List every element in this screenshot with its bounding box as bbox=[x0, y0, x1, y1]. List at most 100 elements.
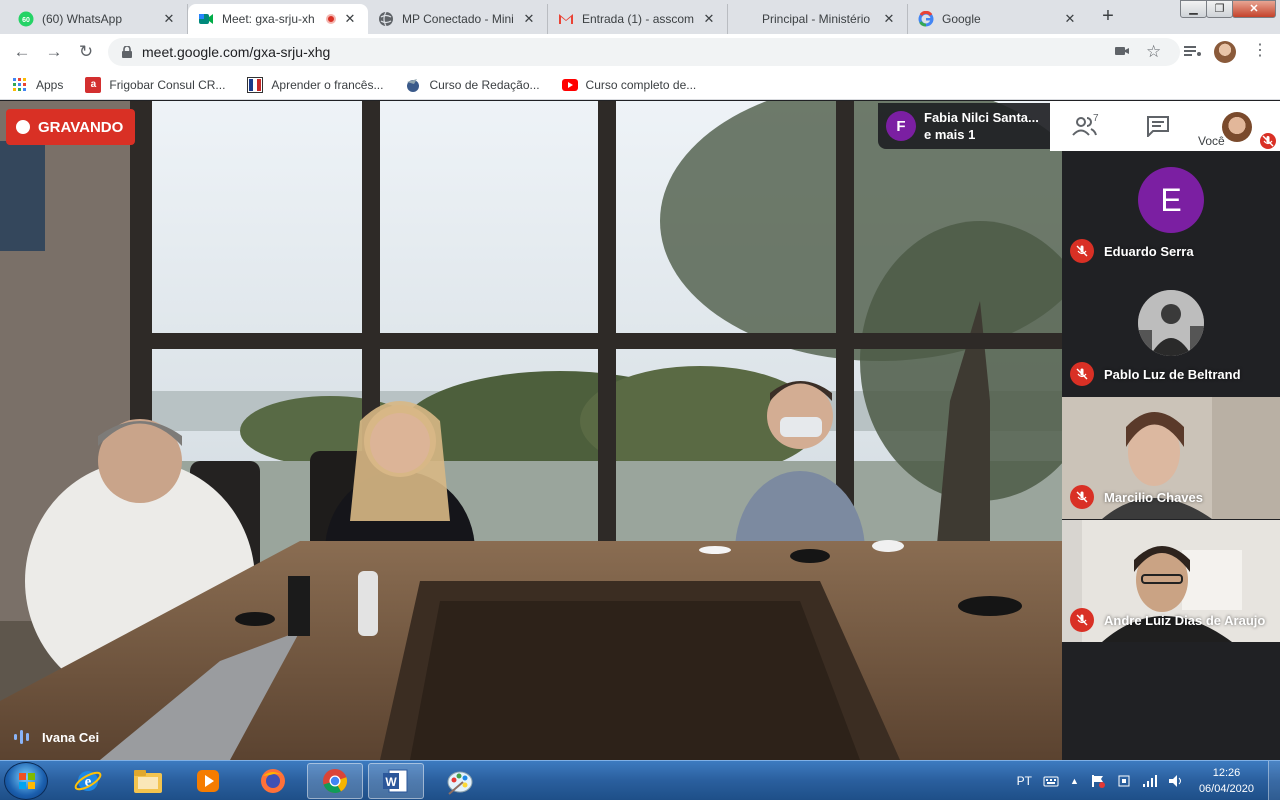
bookmark-label: Aprender o francês... bbox=[271, 77, 384, 92]
tab-title: Principal - Ministério bbox=[762, 12, 871, 26]
close-icon[interactable]: ✕ bbox=[521, 11, 537, 27]
whatsapp-icon: 60 bbox=[18, 11, 34, 27]
network-icon[interactable] bbox=[1142, 774, 1158, 788]
windows-taskbar: e W PT ▲ 12:26 06/04/2020 bbox=[0, 760, 1280, 800]
camera-icon[interactable] bbox=[1114, 44, 1130, 61]
mic-off-icon bbox=[1070, 608, 1094, 632]
participant-name: Pablo Luz de Beltrand bbox=[1104, 367, 1241, 382]
language-indicator[interactable]: PT bbox=[1017, 774, 1032, 788]
maximize-button[interactable]: ❐ bbox=[1206, 0, 1233, 18]
bookmark-label: Curso de Redação... bbox=[429, 77, 540, 92]
back-button[interactable]: ← bbox=[10, 40, 34, 64]
media-player-icon[interactable] bbox=[180, 763, 236, 799]
close-icon[interactable]: ✕ bbox=[701, 11, 717, 27]
tab-title: Entrada (1) - asscom bbox=[582, 12, 695, 26]
paint-icon[interactable] bbox=[432, 763, 488, 799]
show-desktop-button[interactable] bbox=[1268, 761, 1280, 800]
clock-time: 12:26 bbox=[1212, 767, 1241, 779]
window-close-button[interactable]: ✕ bbox=[1232, 0, 1276, 18]
recording-label: GRAVANDO bbox=[38, 118, 124, 136]
keyboard-icon[interactable] bbox=[1043, 774, 1059, 788]
presenter-chip[interactable]: F Fabia Nilci Santa... e mais 1 bbox=[878, 103, 1050, 149]
address-bar[interactable]: meet.google.com/gxa-srju-xhg bbox=[108, 38, 1180, 66]
tab-whatsapp[interactable]: 60 (60) WhatsApp ✕ bbox=[8, 4, 188, 34]
file-explorer-icon[interactable] bbox=[120, 763, 176, 799]
apps-grid-icon bbox=[12, 77, 28, 93]
firefox-icon[interactable] bbox=[245, 763, 301, 799]
self-avatar[interactable] bbox=[1222, 112, 1252, 142]
tab-title: Google bbox=[942, 12, 981, 26]
tab-principal[interactable]: Principal - Ministério ✕ bbox=[728, 4, 908, 34]
presenter-name: Fabia Nilci Santa... bbox=[924, 110, 1039, 125]
recording-badge: GRAVANDO bbox=[6, 109, 136, 145]
bookmark-a-icon: a bbox=[85, 76, 102, 93]
minimize-button[interactable]: ▁ bbox=[1180, 0, 1207, 18]
participant-tile[interactable]: Pablo Luz de Beltrand bbox=[1062, 274, 1280, 396]
bookmark-globe-icon bbox=[405, 77, 421, 93]
participant-count: 7 bbox=[1093, 113, 1099, 124]
participant-tile[interactable]: Marcilio Chaves bbox=[1062, 397, 1280, 519]
tab-gmail[interactable]: Entrada (1) - asscom ✕ bbox=[548, 4, 728, 34]
close-icon[interactable]: ✕ bbox=[881, 11, 897, 27]
window-controls: ▁ ❐ ✕ bbox=[1180, 0, 1276, 18]
chat-icon[interactable] bbox=[1146, 115, 1172, 137]
media-control-icon[interactable] bbox=[1184, 44, 1202, 61]
bookmark-curso-completo[interactable]: Curso completo de... bbox=[561, 77, 697, 93]
bookmark-label: Curso completo de... bbox=[585, 77, 697, 92]
tab-title: (60) WhatsApp bbox=[42, 12, 123, 26]
profile-avatar[interactable] bbox=[1214, 41, 1236, 63]
volume-icon[interactable] bbox=[1168, 774, 1184, 788]
new-tab-button[interactable]: + bbox=[1096, 5, 1120, 29]
participant-tile[interactable]: E Eduardo Serra bbox=[1062, 151, 1280, 273]
system-tray: PT ▲ 12:26 06/04/2020 bbox=[1017, 761, 1280, 800]
url-text: meet.google.com/gxa-srju-xhg bbox=[142, 44, 331, 60]
more-menu-icon[interactable]: ⋮ bbox=[1252, 40, 1268, 60]
svg-text:W: W bbox=[385, 775, 397, 789]
tab-title: Meet: gxa-srju-xh bbox=[222, 12, 315, 26]
speaker-name: Ivana Cei bbox=[42, 729, 100, 745]
bookmark-flag-icon bbox=[247, 76, 264, 93]
participant-name: Eduardo Serra bbox=[1104, 244, 1194, 259]
device-icon[interactable] bbox=[1116, 774, 1132, 788]
close-icon[interactable]: ✕ bbox=[161, 11, 177, 27]
participant-photo bbox=[1138, 290, 1204, 356]
tab-title: MP Conectado - Mini bbox=[402, 12, 514, 26]
gmail-icon bbox=[558, 11, 574, 27]
forward-button[interactable]: → bbox=[42, 40, 66, 64]
chrome-icon[interactable] bbox=[307, 763, 363, 799]
clock-date: 06/04/2020 bbox=[1198, 783, 1254, 795]
mic-off-icon bbox=[1070, 485, 1094, 509]
participant-avatar: E bbox=[1138, 167, 1204, 233]
self-label: Você bbox=[1198, 134, 1225, 148]
bookmark-frances[interactable]: Aprender o francês... bbox=[247, 76, 384, 93]
close-icon[interactable]: ✕ bbox=[1062, 11, 1078, 27]
conference-room-video bbox=[0, 101, 1062, 760]
bookmark-apps[interactable]: Apps bbox=[12, 77, 63, 93]
meet-header: 7 Você bbox=[1050, 101, 1280, 151]
windows-logo-icon bbox=[19, 773, 35, 789]
reload-button[interactable]: ↻ bbox=[74, 40, 98, 64]
participant-name: Andre Luiz Dias de Araujo bbox=[1104, 613, 1266, 628]
bookmark-redacao[interactable]: Curso de Redação... bbox=[405, 77, 540, 93]
clock[interactable]: 12:26 06/04/2020 bbox=[1199, 765, 1254, 797]
action-center-flag-icon[interactable] bbox=[1090, 774, 1106, 788]
browser-tab-strip: 60 (60) WhatsApp ✕ Meet: gxa-srju-xh ✕ M… bbox=[0, 0, 1280, 34]
internet-explorer-icon[interactable]: e bbox=[60, 763, 116, 799]
word-icon[interactable]: W bbox=[368, 763, 424, 799]
tab-mp-conectado[interactable]: MP Conectado - Mini ✕ bbox=[368, 4, 548, 34]
active-speaker-label: Ivana Cei bbox=[12, 729, 99, 745]
google-icon bbox=[918, 11, 934, 27]
participant-tile[interactable]: Andre Luiz Dias de Araujo bbox=[1062, 520, 1280, 642]
show-hidden-icons-icon[interactable]: ▲ bbox=[1070, 776, 1079, 786]
bookmark-frigobar[interactable]: a Frigobar Consul CR... bbox=[85, 76, 225, 93]
youtube-icon bbox=[561, 77, 578, 93]
participant-name: Marcilio Chaves bbox=[1104, 490, 1203, 505]
blank-icon bbox=[738, 11, 754, 27]
mic-off-icon bbox=[1070, 362, 1094, 386]
tab-google[interactable]: Google ✕ bbox=[908, 4, 1088, 34]
recording-indicator-icon bbox=[326, 14, 336, 24]
tab-meet[interactable]: Meet: gxa-srju-xh ✕ bbox=[188, 4, 368, 34]
star-bookmark-icon[interactable]: ☆ bbox=[1146, 42, 1161, 62]
start-button[interactable] bbox=[4, 762, 48, 800]
close-icon[interactable]: ✕ bbox=[342, 11, 358, 27]
